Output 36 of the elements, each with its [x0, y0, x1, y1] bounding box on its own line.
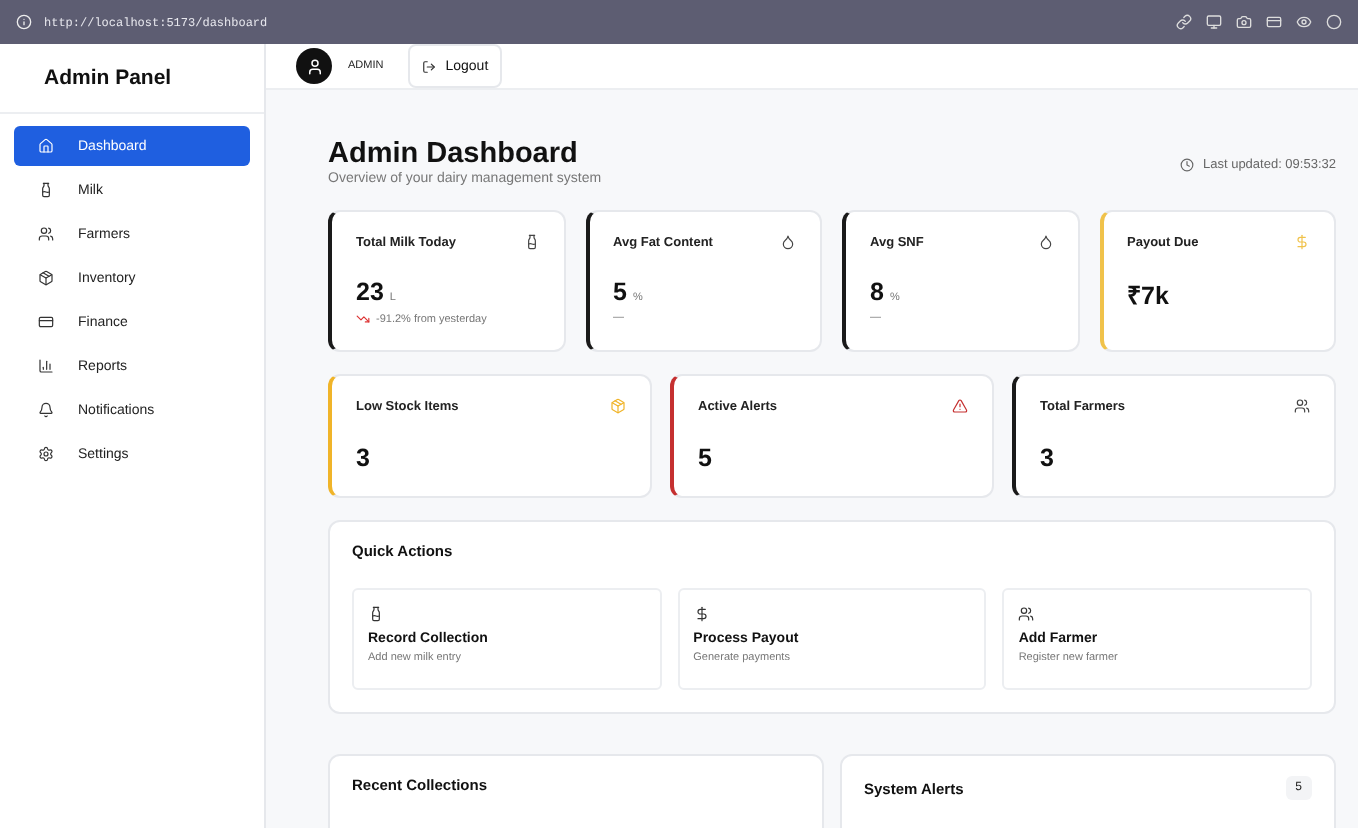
- stat-value: 3: [356, 444, 370, 472]
- warning-icon: [952, 398, 968, 414]
- dollar-icon: [1294, 234, 1310, 250]
- bottle-icon: [523, 234, 539, 250]
- info-icon[interactable]: [16, 14, 32, 30]
- page-title: Admin Dashboard: [328, 138, 580, 170]
- eye-icon[interactable]: [1296, 14, 1312, 30]
- bell-icon: [38, 402, 54, 418]
- sidebar-title: Admin Panel: [0, 44, 264, 114]
- users-icon: [38, 226, 54, 242]
- home-icon: [38, 138, 54, 154]
- card-icon: [38, 314, 54, 330]
- users-icon: [1294, 398, 1310, 414]
- window-icon[interactable]: [1266, 14, 1282, 30]
- logout-icon: [421, 59, 436, 73]
- dollar-icon: [693, 606, 710, 622]
- droplet-icon: [1037, 234, 1053, 250]
- clock-icon: [1180, 158, 1195, 172]
- stat-value: 3: [1040, 444, 1054, 472]
- bar-chart-icon: [38, 358, 54, 374]
- stat-value: 23: [356, 278, 384, 306]
- stat-value: 5: [613, 278, 627, 306]
- circle-icon[interactable]: [1326, 14, 1342, 30]
- stat-value: 8: [870, 278, 884, 306]
- link-icon[interactable]: [1176, 14, 1192, 30]
- bottle-icon: [38, 182, 54, 198]
- droplet-icon: [780, 234, 796, 250]
- box-icon: [610, 398, 626, 414]
- stat-value: 5: [698, 444, 712, 472]
- screen-icon[interactable]: [1206, 14, 1222, 30]
- bottle-icon: [368, 606, 384, 622]
- box-icon: [38, 270, 54, 286]
- camera-icon[interactable]: [1236, 14, 1252, 30]
- stat-value: ₹7k: [1127, 280, 1169, 312]
- settings-icon: [38, 446, 54, 462]
- users-icon: [1018, 606, 1035, 622]
